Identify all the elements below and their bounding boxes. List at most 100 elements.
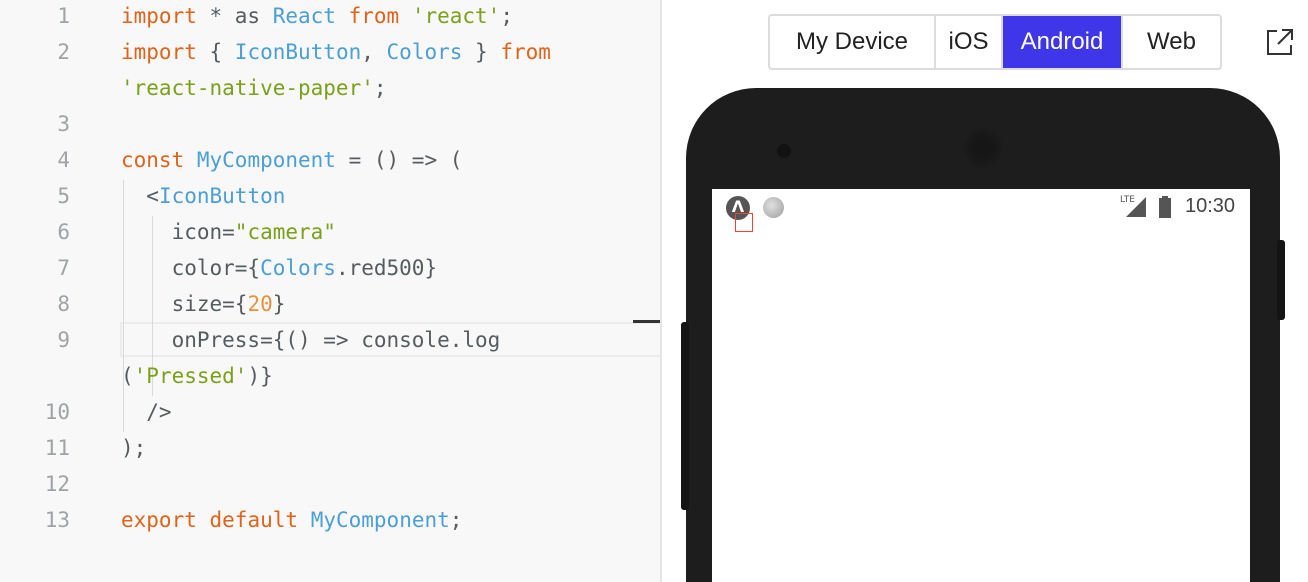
line-number: 1 xyxy=(57,4,70,28)
line-number: 4 xyxy=(57,148,70,172)
code-token: MyComponent xyxy=(310,508,450,532)
code-text: const MyComponent = () => ( xyxy=(121,142,462,178)
code-token: * as xyxy=(196,4,273,28)
code-token: )} xyxy=(247,364,273,388)
code-text: /> xyxy=(121,394,172,430)
code-line[interactable]: 13 export default MyComponent; xyxy=(0,502,660,538)
code-line[interactable]: 6 icon="camera" xyxy=(0,214,660,250)
code-line[interactable]: 9 onPress={() => console.log xyxy=(0,322,660,358)
line-number: 5 xyxy=(57,184,70,208)
code-token: IconButton xyxy=(234,40,362,64)
code-token: } xyxy=(462,40,501,64)
code-token: ; xyxy=(449,508,463,532)
line-number: 2 xyxy=(57,40,70,64)
code-token: < xyxy=(121,184,159,208)
code-line[interactable]: 1 import * as React from 'react'; xyxy=(0,0,660,34)
platform-selector: My Device iOS Android Web xyxy=(768,14,1222,70)
code-line[interactable]: ('Pressed')} xyxy=(0,358,660,394)
device-speaker xyxy=(963,128,1003,168)
line-number: 8 xyxy=(57,292,70,316)
code-token: = () => ( xyxy=(335,148,463,172)
code-token: 'react' xyxy=(411,4,501,28)
code-line[interactable]: 10 /> xyxy=(0,394,660,430)
code-token: ); xyxy=(121,436,147,460)
code-line[interactable]: 4 const MyComponent = () => ( xyxy=(0,142,660,178)
code-text: ); xyxy=(121,430,146,466)
code-text: import * as React from 'react'; xyxy=(121,0,513,34)
code-line[interactable]: 8 size={20} xyxy=(0,286,660,322)
code-token: IconButton xyxy=(158,184,286,208)
line-number: 10 xyxy=(44,400,70,424)
code-token: import xyxy=(121,40,197,64)
code-editor[interactable]: 1 import * as React from 'react'; 2 import … xyxy=(0,0,660,582)
code-text: import { IconButton, Colors } from xyxy=(121,34,551,70)
code-token: default xyxy=(209,508,299,532)
open-in-new-window-icon[interactable] xyxy=(1264,26,1296,58)
code-token: .red500} xyxy=(335,256,438,280)
code-line[interactable]: 2 import { IconButton, Colors } from xyxy=(0,34,660,70)
code-token: color={ xyxy=(121,256,261,280)
device-camera xyxy=(777,144,791,158)
code-token: size={ xyxy=(121,292,248,316)
device-screen[interactable]: Λ LTE 10:30 xyxy=(712,189,1250,582)
line-number: 9 xyxy=(57,328,70,352)
device-side-button xyxy=(1277,240,1285,320)
line-number: 13 xyxy=(44,508,70,532)
code-line[interactable]: 3 xyxy=(0,106,660,142)
code-token: onPress={() => console.log xyxy=(121,328,501,352)
platform-tab-ios[interactable]: iOS xyxy=(936,16,1003,68)
line-number: 7 xyxy=(57,256,70,280)
code-token: React xyxy=(272,4,336,28)
signal-icon xyxy=(1126,197,1146,217)
code-text: export default MyComponent; xyxy=(121,502,462,538)
code-token: export xyxy=(121,508,197,532)
code-token: 20 xyxy=(247,292,273,316)
code-token: /> xyxy=(121,400,172,424)
code-token: , xyxy=(361,40,387,64)
code-token: Colors xyxy=(386,40,463,64)
code-token: 'react-native-paper' xyxy=(121,76,374,100)
code-token: from xyxy=(500,40,551,64)
platform-tab-web[interactable]: Web xyxy=(1123,16,1220,68)
code-line[interactable]: 5 <IconButton xyxy=(0,178,660,214)
code-token: 'Pressed' xyxy=(133,364,248,388)
pane-divider[interactable] xyxy=(660,0,662,582)
code-text: onPress={() => console.log xyxy=(121,322,501,358)
code-token: "camera" xyxy=(234,220,336,244)
code-text: icon="camera" xyxy=(121,214,336,250)
code-token: const xyxy=(121,148,185,172)
code-token: from xyxy=(348,4,400,28)
code-token: MyComponent xyxy=(196,148,336,172)
camera-icon-button[interactable] xyxy=(735,213,753,232)
code-line[interactable]: 7 color={Colors.red500} xyxy=(0,250,660,286)
line-number: 6 xyxy=(57,220,70,244)
code-text: 'react-native-paper'; xyxy=(121,70,387,106)
code-token: ; xyxy=(373,76,387,100)
platform-tab-my-device[interactable]: My Device xyxy=(770,16,936,68)
notification-dot-icon xyxy=(763,197,784,218)
device-side-button xyxy=(681,322,689,510)
code-token: } xyxy=(272,292,286,316)
code-text: size={20} xyxy=(121,286,286,322)
battery-icon xyxy=(1159,196,1171,218)
line-number: 3 xyxy=(57,112,70,136)
code-token: Colors xyxy=(260,256,336,280)
code-token: ( xyxy=(121,364,134,388)
code-text: <IconButton xyxy=(121,178,285,214)
platform-tab-android[interactable]: Android xyxy=(1003,16,1123,68)
line-number: 11 xyxy=(44,436,70,460)
code-token: { xyxy=(196,40,235,64)
code-line[interactable]: 11); xyxy=(0,430,660,466)
code-token: icon= xyxy=(121,220,235,244)
status-time: 10:30 xyxy=(1185,195,1236,217)
status-bar: Λ LTE 10:30 xyxy=(712,189,1250,225)
code-line[interactable]: 12 xyxy=(0,466,660,502)
code-line[interactable]: 'react-native-paper'; xyxy=(0,70,660,106)
code-token: import xyxy=(121,4,197,28)
code-text: ('Pressed')} xyxy=(121,358,273,394)
